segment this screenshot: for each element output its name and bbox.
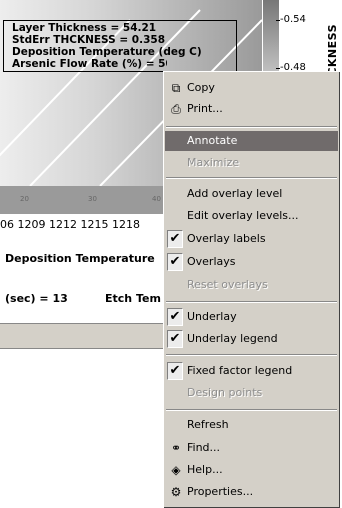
menu-item-find[interactable]: ⚭ Find... [165, 438, 338, 458]
menu-item-label: Edit overlay levels... [187, 209, 299, 222]
colorbar-label: CKNESS [326, 24, 339, 76]
menu-item-help[interactable]: ◈ Help... [165, 460, 338, 480]
menu-item-label: Print... [187, 102, 223, 115]
axis-tick: 40 [152, 195, 161, 203]
colorbar-tick: -0.54 [276, 14, 306, 25]
menu-item-reset-overlays: Reset overlays [165, 275, 338, 295]
menu-item-overlay-labels[interactable]: ✔ Overlay labels [165, 229, 338, 249]
context-menu: ⧉ Copy ⎙ Print... Annotate Maximize Add overla… [163, 71, 340, 508]
menu-item-label: Reset overlays [187, 278, 268, 291]
menu-item-design-points: Design points [165, 383, 338, 403]
menu-item-label: Underlay [187, 310, 237, 323]
x-axis-label: Deposition Temperature [5, 252, 155, 265]
menu-item-label: Maximize [187, 156, 240, 169]
checkmark-icon: ✔ [167, 230, 183, 248]
menu-item-label: Underlay legend [187, 332, 278, 345]
checkmark-icon: ✔ [167, 253, 183, 271]
menu-item-properties[interactable]: ⚙ Properties... [165, 482, 338, 502]
copy-icon: ⧉ [171, 81, 181, 95]
menu-item-overlays[interactable]: ✔ Overlays [165, 252, 338, 272]
menu-item-label: Annotate [187, 134, 238, 147]
checkmark-icon: ✔ [167, 362, 183, 380]
menu-item-edit-overlay-levels[interactable]: Edit overlay levels... [165, 206, 338, 226]
checkmark-icon: ✔ [167, 308, 183, 326]
menu-item-label: Add overlay level [187, 187, 283, 200]
overlay-legend: Layer Thickness = 54.21 StdErr THCKNESS … [3, 20, 237, 72]
menu-item-label: Design points [187, 386, 263, 399]
menu-item-maximize: Maximize [165, 153, 338, 173]
menu-item-label: Fixed factor legend [187, 364, 293, 377]
menu-item-print[interactable]: ⎙ Print... [165, 99, 338, 119]
menu-separator [166, 354, 337, 356]
menu-item-underlay[interactable]: ✔ Underlay [165, 307, 338, 327]
fixed-factor-text: (sec) = 13 [5, 292, 68, 305]
menu-item-copy[interactable]: ⧉ Copy [165, 78, 338, 98]
menu-item-label: Properties... [187, 485, 254, 498]
menu-item-label: Copy [187, 81, 215, 94]
menu-separator [166, 409, 337, 411]
menu-item-label: Overlay labels [187, 232, 266, 245]
help-icon: ◈ [171, 463, 181, 477]
menu-item-refresh[interactable]: Refresh [165, 415, 338, 435]
legend-line: StdErr THCKNESS = 0.358 [12, 34, 166, 46]
menu-separator [166, 126, 337, 128]
menu-separator [166, 177, 337, 179]
menu-item-label: Refresh [187, 418, 229, 431]
checkmark-icon: ✔ [167, 330, 183, 348]
properties-icon: ⚙ [170, 485, 182, 499]
menu-item-label: Overlays [187, 255, 236, 268]
legend-line: Layer Thickness = 54.21 [12, 22, 157, 34]
axis-tick: 30 [88, 195, 97, 203]
menu-item-underlay-legend[interactable]: ✔ Underlay legend [165, 329, 338, 349]
legend-line: Deposition Temperature (deg C) [12, 46, 202, 58]
menu-item-annotate[interactable]: Annotate [165, 131, 338, 151]
binoculars-icon: ⚭ [170, 441, 182, 455]
menu-item-fixed-factor-legend[interactable]: ✔ Fixed factor legend [165, 361, 338, 381]
menu-separator [166, 301, 337, 303]
printer-icon: ⎙ [171, 102, 181, 116]
menu-item-label: Find... [187, 441, 221, 454]
axis-tick: 20 [20, 195, 29, 203]
legend-line: Arsenic Flow Rate (%) = 50.00 [12, 58, 167, 70]
menu-item-add-overlay-level[interactable]: Add overlay level [165, 184, 338, 204]
fixed-factor-text: Etch Tem [105, 292, 161, 305]
menu-item-label: Help... [187, 463, 223, 476]
